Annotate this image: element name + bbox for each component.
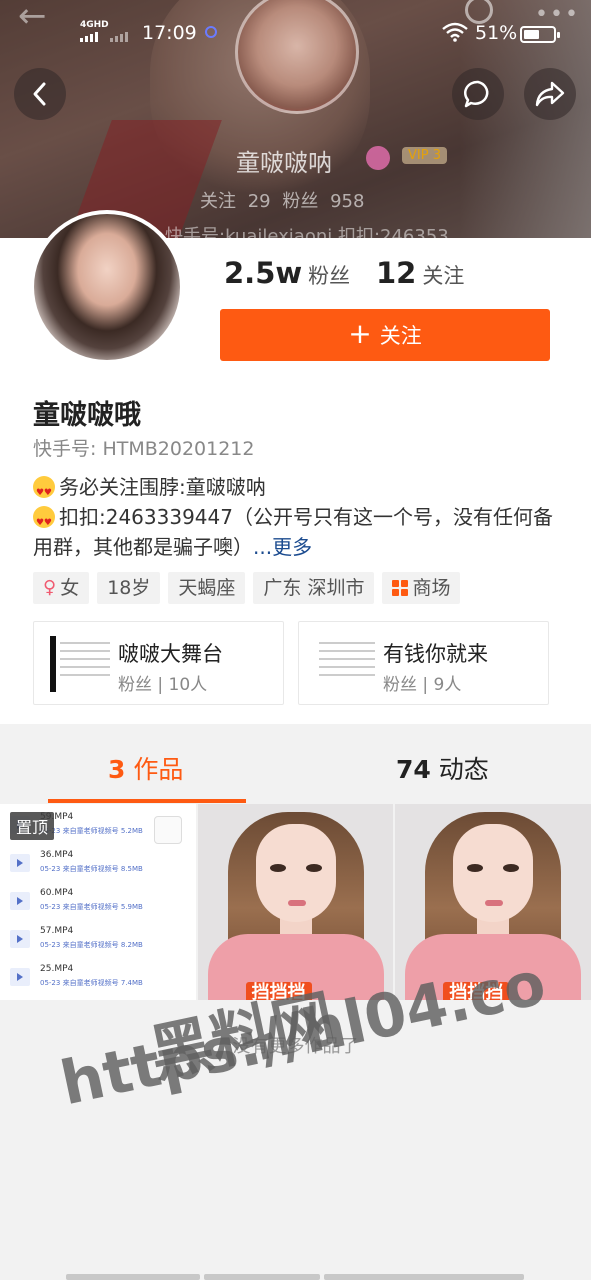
status-bar: 4GHD 17:09 51% xyxy=(0,18,591,52)
tag-location: 广东 深圳市 xyxy=(253,572,375,604)
bio: 务必关注围脖:童啵啵呐 扣扣:2463339447（公开号只有这一个号，没有任何… xyxy=(33,472,563,562)
pinned-badge: 置顶 xyxy=(10,812,55,840)
notification-icon xyxy=(205,26,217,38)
fans-stat[interactable]: 2.5w 粉丝 xyxy=(224,256,350,290)
fans-label: 粉丝 xyxy=(308,264,351,288)
female-icon: ♀ xyxy=(43,577,57,598)
shop-grid-icon xyxy=(392,580,409,596)
content-tabs: 3 作品 74 动态 xyxy=(0,724,591,804)
kuaishou-id: 快手号: HTMB20201212 xyxy=(33,438,255,460)
bottom-indicator xyxy=(66,1274,200,1280)
banner-name: 童啵啵呐 xyxy=(236,149,332,177)
video-file-icon xyxy=(10,930,30,948)
group-name: 有钱你就来 xyxy=(383,642,488,666)
follow-button[interactable]: + 关注 xyxy=(220,309,550,361)
bio-line-1: 务必关注围脖:童啵啵呐 xyxy=(59,475,266,499)
video-file-icon xyxy=(10,968,30,986)
file-row: 60.MP4 05-23 来自童老师视频号 5.9MB xyxy=(10,888,190,918)
fans-count: 2.5w xyxy=(224,256,303,290)
share-button[interactable] xyxy=(524,68,576,120)
bottom-indicator xyxy=(204,1274,320,1280)
bio-more-link[interactable]: ...更多 xyxy=(253,535,312,559)
group-fans: 粉丝 | 10人 xyxy=(118,675,208,695)
tag-gender: ♀ 女 xyxy=(33,572,90,604)
profile-banner: ← ••• 童啵啵呐 VIP 3 关注 29 粉丝 958 快手号:kuaile… xyxy=(0,0,591,238)
message-button[interactable] xyxy=(452,68,504,120)
heart-eyes-emoji-icon xyxy=(33,476,55,508)
tag-shop[interactable]: 商场 xyxy=(382,572,461,604)
tab-indicator xyxy=(48,799,246,803)
battery-icon xyxy=(520,26,560,43)
group-card-2[interactable]: 有钱你就来 粉丝 | 9人 xyxy=(298,621,549,705)
file-row: 25.MP4 05-23 来自童老师视频号 7.4MB xyxy=(10,964,190,994)
avatar[interactable] xyxy=(30,210,184,364)
banner-stats: 关注 29 粉丝 958 xyxy=(200,191,365,212)
battery-percent: 51% xyxy=(475,22,518,44)
file-row: 36.MP4 05-23 来自童老师视频号 8.5MB xyxy=(10,850,190,880)
signal2-icon xyxy=(110,32,128,42)
tab-dynamics[interactable]: 74 动态 xyxy=(396,750,489,786)
tag-zodiac: 天蝎座 xyxy=(168,572,246,604)
banner-search-icon xyxy=(366,146,390,170)
work-item-2[interactable]: 挡挡挡 xyxy=(197,804,394,1000)
file-row: 57.MP4 05-23 来自童老师视频号 8.2MB xyxy=(10,926,190,956)
group-thumbnail xyxy=(50,636,114,692)
video-file-icon xyxy=(10,854,30,872)
back-button[interactable] xyxy=(14,68,66,120)
following-stat[interactable]: 12 关注 xyxy=(376,256,464,290)
chat-bubble-icon xyxy=(463,80,489,108)
vip-badge: VIP 3 xyxy=(402,147,447,164)
work-item-1[interactable]: 置顶 59.MP4 05-23 来自童老师视频号 5.2MB 36.MP4 05… xyxy=(0,804,196,1000)
tab-works[interactable]: 3 作品 xyxy=(108,750,183,786)
network-type: 4GHD xyxy=(80,20,109,30)
plus-icon: + xyxy=(348,316,372,350)
group-card-1[interactable]: 啵啵大舞台 粉丝 | 10人 xyxy=(33,621,284,705)
share-icon xyxy=(535,81,565,107)
follow-button-label: 关注 xyxy=(379,324,422,348)
group-thumbnail xyxy=(315,636,379,692)
tag-age: 18岁 xyxy=(97,572,161,604)
heart-eyes-emoji-icon xyxy=(33,506,55,538)
group-fans: 粉丝 | 9人 xyxy=(383,675,462,695)
following-label: 关注 xyxy=(422,264,465,288)
profile-tags: ♀ 女 18岁 天蝎座 广东 深圳市 商场 xyxy=(33,572,461,604)
bottom-indicator xyxy=(324,1274,524,1280)
profile-name: 童啵啵哦 xyxy=(33,400,141,431)
video-file-icon xyxy=(10,892,30,910)
signal-icon xyxy=(80,32,98,42)
back-icon xyxy=(33,82,46,106)
wifi-icon xyxy=(442,22,468,47)
banner-id: 快手号:kuailexiaoni 扣扣:246353 xyxy=(165,226,449,238)
clock: 17:09 xyxy=(142,22,197,44)
following-count: 12 xyxy=(376,256,417,290)
group-name: 啵啵大舞台 xyxy=(118,642,223,666)
